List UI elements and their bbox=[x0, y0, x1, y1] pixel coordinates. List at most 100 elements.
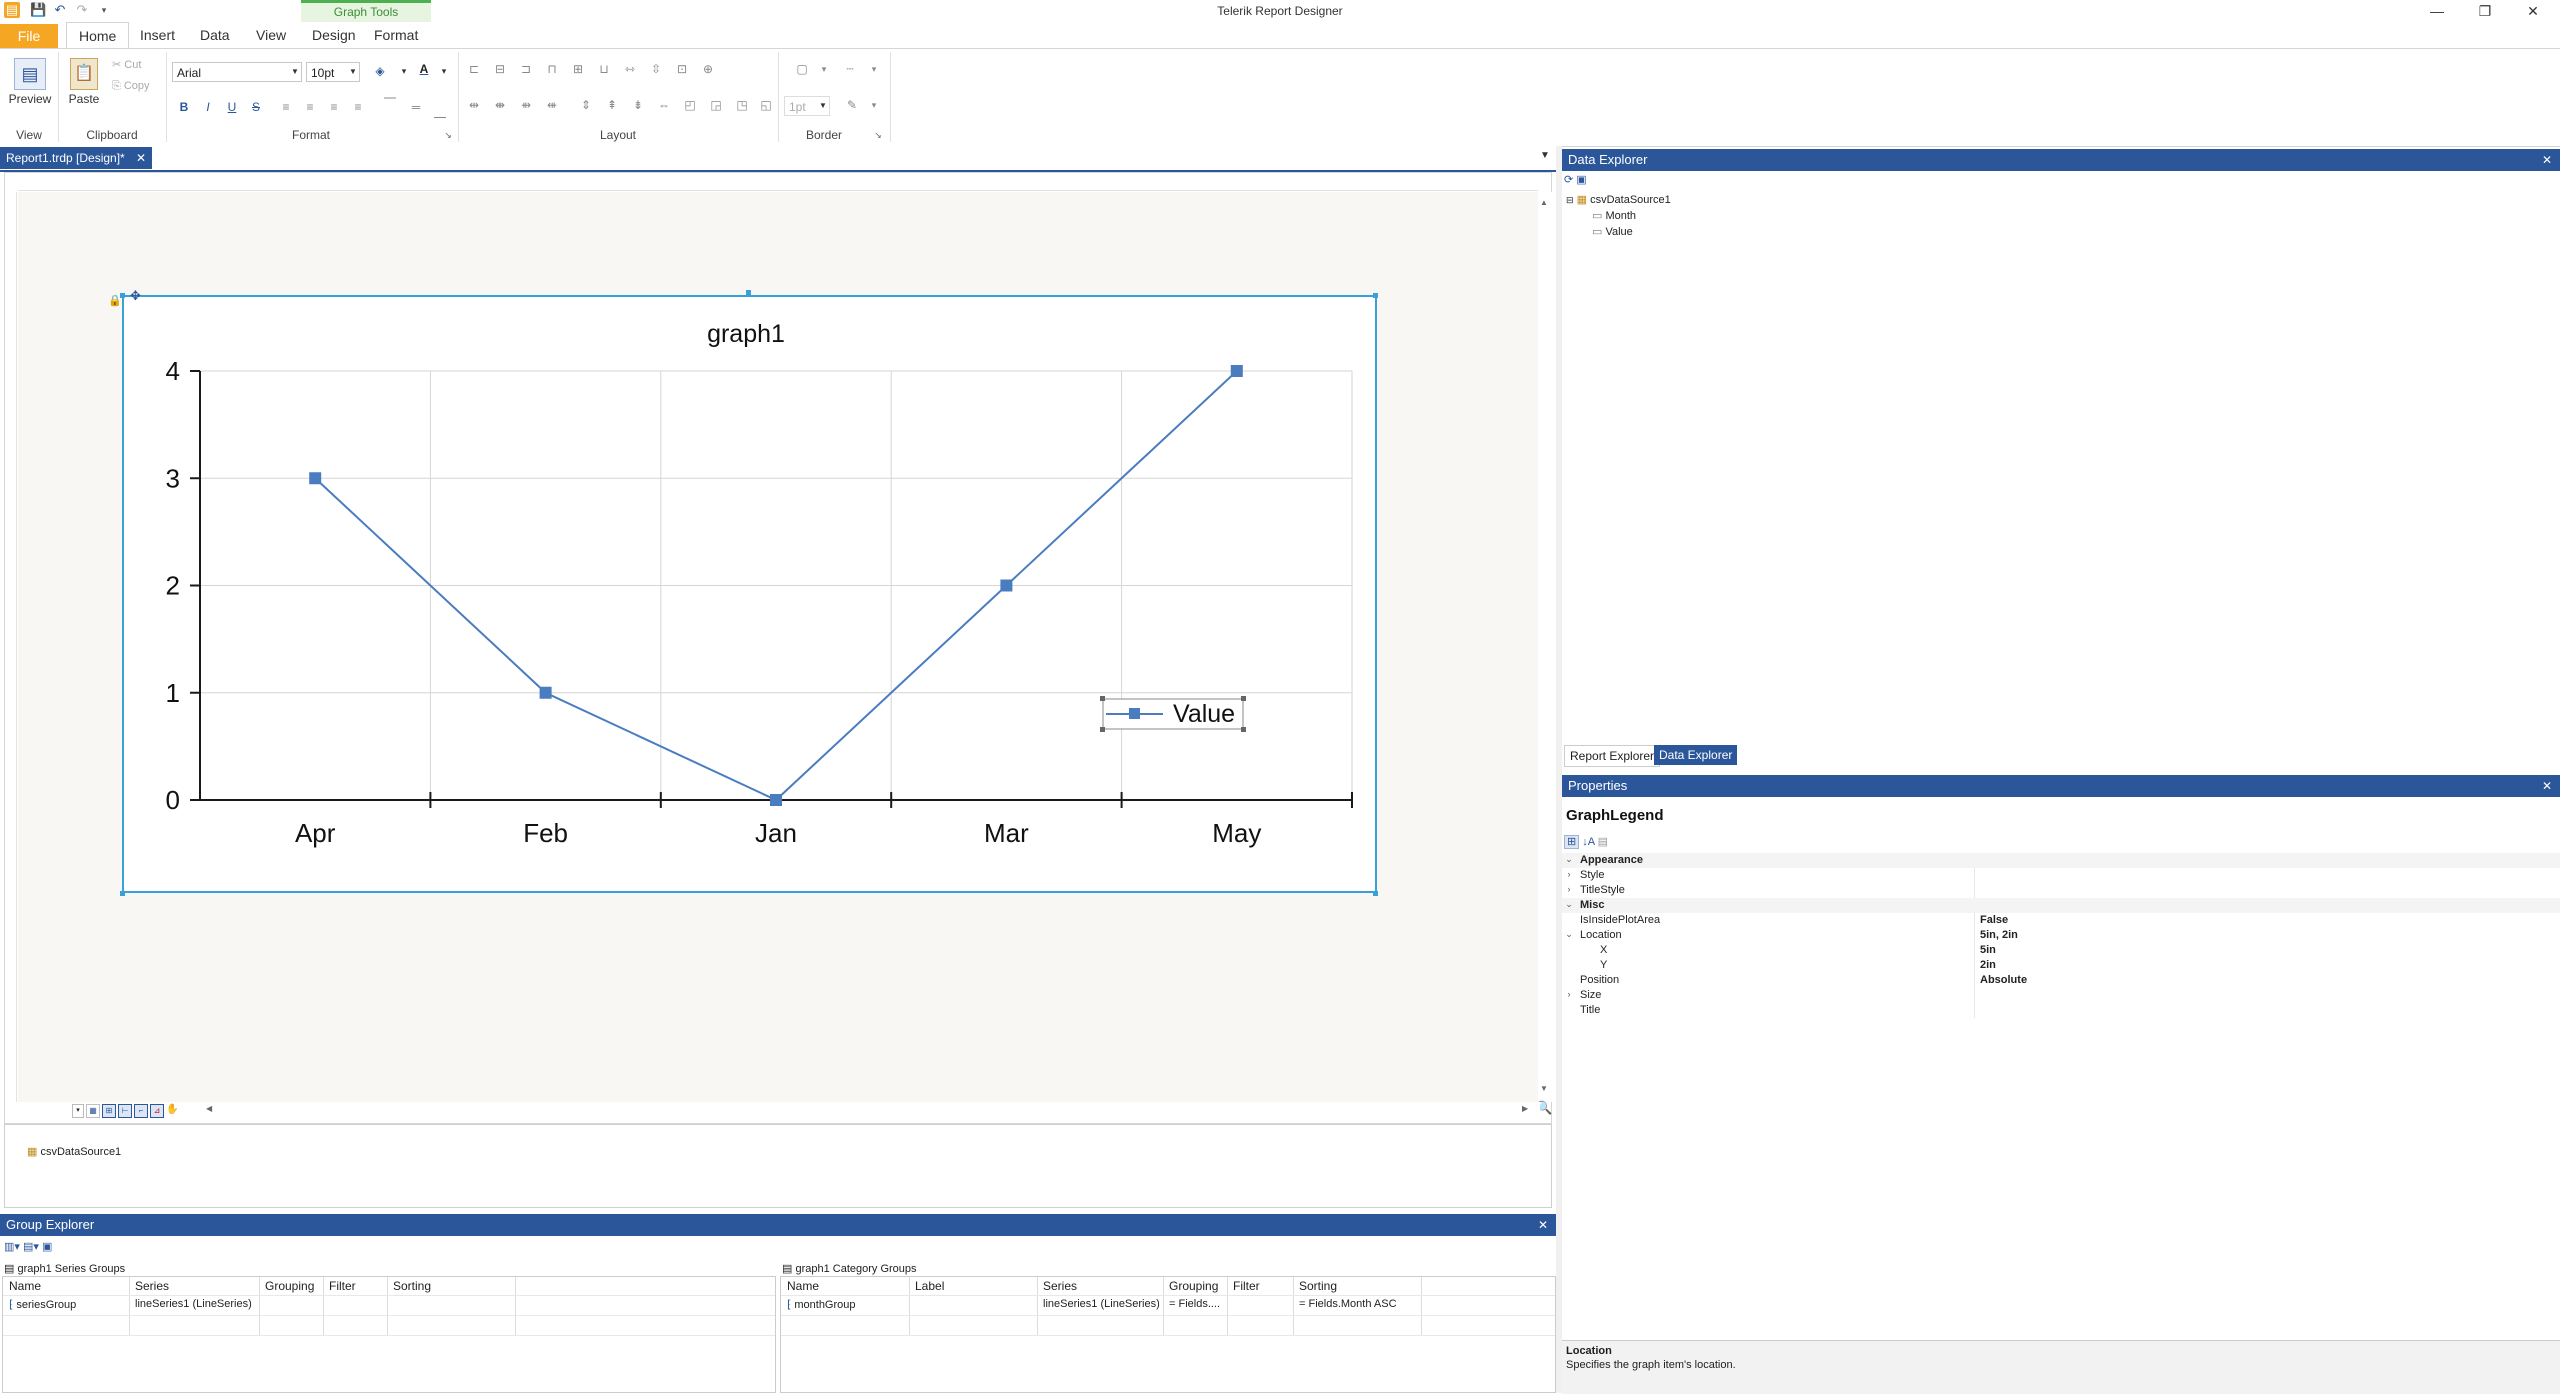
vertical-spacing-icon[interactable]: ⇕ bbox=[578, 98, 594, 112]
paste-icon[interactable]: 📋 bbox=[70, 58, 98, 90]
resize-handle[interactable] bbox=[746, 290, 751, 295]
tab-view[interactable]: View bbox=[244, 22, 298, 48]
justify-icon[interactable]: ≡ bbox=[350, 100, 366, 114]
borders-icon[interactable]: ▢ bbox=[794, 62, 810, 76]
align-tops-icon[interactable]: ⊓ bbox=[544, 62, 560, 76]
border-width-select[interactable]: 1pt ▼ bbox=[784, 96, 830, 116]
customize-quick-access-icon[interactable]: ▾ bbox=[96, 2, 112, 18]
datasource-item[interactable]: ▦ csvDataSource1 bbox=[27, 1145, 121, 1158]
show-guides-icon[interactable]: ⌐ bbox=[134, 1104, 148, 1118]
send-backward-icon[interactable]: ◱ bbox=[758, 98, 774, 112]
scroll-left-icon[interactable]: ◀ bbox=[206, 1104, 212, 1113]
tab-format[interactable]: Format bbox=[362, 22, 430, 48]
collapse-icon[interactable]: ⌄ bbox=[1564, 899, 1574, 910]
refresh-icon[interactable]: ⟳ bbox=[1564, 174, 1573, 186]
zoom-dropdown-icon[interactable]: ▾ bbox=[72, 1104, 84, 1118]
expand-icon[interactable]: › bbox=[1564, 884, 1574, 894]
resize-handle[interactable] bbox=[120, 891, 125, 896]
property-category[interactable]: ⌄ Misc bbox=[1562, 898, 2560, 913]
vertical-scrollbar[interactable]: ▲ ▼ bbox=[1538, 192, 1552, 1102]
collapse-icon[interactable]: ⊟ bbox=[1566, 195, 1574, 205]
field-item[interactable]: ▭ Value bbox=[1592, 225, 1633, 238]
property-row[interactable]: IsInsidePlotArea False bbox=[1562, 913, 2560, 928]
borders-dropdown-icon[interactable]: ▾ bbox=[816, 62, 832, 76]
property-row[interactable]: Position Absolute bbox=[1562, 973, 2560, 988]
align-rights-icon[interactable]: ⊐ bbox=[518, 62, 534, 76]
property-row[interactable]: X 5in bbox=[1562, 943, 2560, 958]
tab-report-explorer[interactable]: Report Explorer bbox=[1564, 745, 1661, 767]
document-list-dropdown-icon[interactable]: ▼ bbox=[1540, 150, 1550, 161]
bring-forward-icon[interactable]: ◳ bbox=[734, 98, 750, 112]
resize-handle[interactable] bbox=[1373, 891, 1378, 896]
preview-button[interactable]: Preview bbox=[4, 92, 56, 106]
table-row[interactable]: ⁅ monthGroup lineSeries1 (LineSeries) = … bbox=[781, 1297, 1555, 1313]
close-panel-icon[interactable]: ✕ bbox=[2542, 149, 2552, 171]
collapse-icon[interactable]: ⌄ bbox=[1564, 929, 1574, 940]
increase-horizontal-spacing-icon[interactable]: ⇼ bbox=[492, 98, 508, 112]
snap-to-grid-icon[interactable]: ▦ bbox=[86, 1104, 100, 1118]
tab-data-explorer[interactable]: Data Explorer bbox=[1654, 745, 1738, 765]
show-rulers-icon[interactable]: ⊢ bbox=[118, 1104, 132, 1118]
scroll-right-icon[interactable]: ▶ bbox=[1522, 1104, 1528, 1113]
size-to-grid-icon[interactable]: ⊕ bbox=[700, 62, 716, 76]
font-color-dropdown-icon[interactable]: ▾ bbox=[436, 64, 452, 78]
close-window-icon[interactable]: ✕ bbox=[2510, 0, 2556, 22]
collapse-icon[interactable]: ⌄ bbox=[1564, 854, 1574, 865]
paste-button[interactable]: Paste bbox=[62, 92, 106, 106]
field-item[interactable]: ▭ Month bbox=[1592, 209, 1636, 222]
underline-icon[interactable]: U bbox=[224, 100, 240, 114]
remove-horizontal-spacing-icon[interactable]: ⇺ bbox=[544, 98, 560, 112]
group-properties-icon[interactable]: ▣ bbox=[42, 1241, 52, 1253]
table-row[interactable]: ⁅ seriesGroup lineSeries1 (LineSeries) bbox=[3, 1297, 775, 1313]
preview-icon[interactable]: ▤ bbox=[14, 58, 46, 90]
close-panel-icon[interactable]: ✕ bbox=[1538, 1214, 1548, 1236]
expand-icon[interactable]: › bbox=[1564, 989, 1574, 999]
property-value[interactable]: 2in bbox=[1980, 959, 1996, 971]
decrease-horizontal-spacing-icon[interactable]: ⇻ bbox=[518, 98, 534, 112]
align-bottom-icon[interactable]: ⎽ bbox=[432, 104, 448, 118]
scroll-down-icon[interactable]: ▼ bbox=[1540, 1084, 1548, 1093]
font-color-icon[interactable]: A bbox=[416, 62, 432, 76]
add-group-icon[interactable]: ▥▾ bbox=[4, 1241, 20, 1253]
increase-vertical-spacing-icon[interactable]: ⇞ bbox=[604, 98, 620, 112]
fill-color-dropdown-icon[interactable]: ▾ bbox=[396, 64, 412, 78]
border-color-icon[interactable]: ✎ bbox=[844, 98, 860, 112]
border-style-icon[interactable]: ┄ bbox=[842, 62, 858, 76]
expand-icon[interactable]: › bbox=[1564, 869, 1574, 879]
send-to-back-icon[interactable]: ◲ bbox=[708, 98, 724, 112]
cut-button[interactable]: ✂ Cut bbox=[112, 58, 141, 71]
property-value[interactable]: 5in, 2in bbox=[1980, 929, 2018, 941]
make-same-height-icon[interactable]: ⇳ bbox=[648, 62, 664, 76]
align-middle-icon[interactable]: ═ bbox=[408, 100, 424, 114]
show-dimensions-icon[interactable]: ⊿ bbox=[150, 1104, 164, 1118]
tab-home[interactable]: Home bbox=[66, 22, 130, 49]
property-row[interactable]: Title bbox=[1562, 1003, 2560, 1018]
alphabetical-icon[interactable]: ↓A bbox=[1582, 836, 1594, 848]
align-top-icon[interactable]: ⎺ bbox=[382, 96, 398, 110]
strikethrough-icon[interactable]: S bbox=[248, 100, 264, 114]
snap-to-snaplines-icon[interactable]: ⊞ bbox=[102, 1104, 116, 1118]
format-dialog-launcher-icon[interactable]: ↘ bbox=[440, 128, 456, 142]
save-icon[interactable]: 💾 bbox=[30, 2, 46, 18]
tab-file[interactable]: File bbox=[0, 24, 58, 48]
close-tab-icon[interactable]: ✕ bbox=[136, 147, 146, 169]
align-center-icon[interactable]: ≡ bbox=[302, 100, 318, 114]
align-middles-icon[interactable]: ⊞ bbox=[570, 62, 586, 76]
delete-group-icon[interactable]: ▤▾ bbox=[23, 1241, 39, 1253]
font-family-select[interactable]: Arial ▼ bbox=[172, 62, 302, 82]
restore-icon[interactable]: ❐ bbox=[2462, 0, 2508, 22]
make-same-width-icon[interactable]: ⇿ bbox=[622, 62, 638, 76]
property-value[interactable]: 5in bbox=[1980, 944, 1996, 956]
undo-icon[interactable]: ↶ bbox=[52, 2, 68, 18]
font-size-select[interactable]: 10pt ▼ bbox=[306, 62, 360, 82]
italic-icon[interactable]: I bbox=[200, 100, 216, 114]
document-tab[interactable]: Report1.trdp [Design]* ✕ bbox=[0, 147, 152, 169]
align-centers-icon[interactable]: ⊟ bbox=[492, 62, 508, 76]
fill-color-icon[interactable]: ◈ bbox=[372, 64, 388, 78]
tab-data[interactable]: Data bbox=[188, 22, 242, 48]
remove-vertical-spacing-icon[interactable]: ⇔ bbox=[656, 98, 672, 112]
property-row[interactable]: › TitleStyle bbox=[1562, 883, 2560, 898]
bold-icon[interactable]: B bbox=[176, 100, 192, 114]
redo-icon[interactable]: ↷ bbox=[74, 2, 90, 18]
close-panel-icon[interactable]: ✕ bbox=[2542, 775, 2552, 797]
